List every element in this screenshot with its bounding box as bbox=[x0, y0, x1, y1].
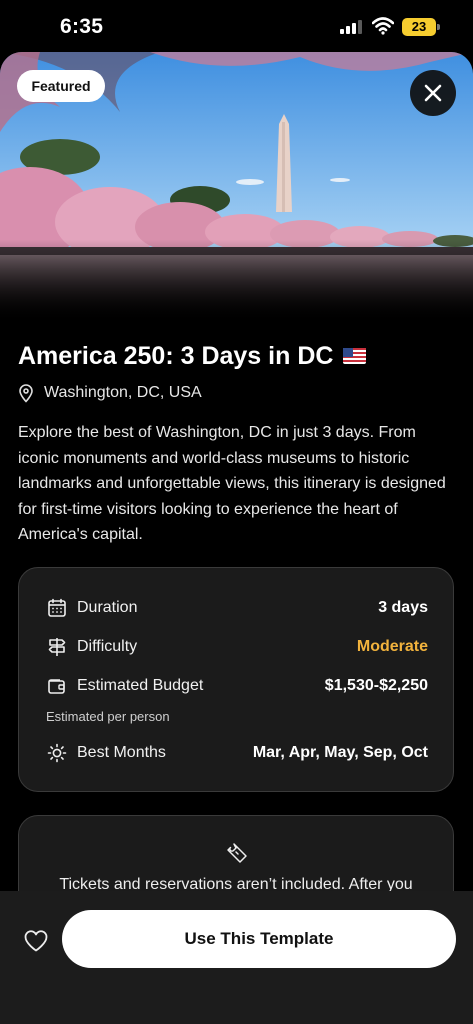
duration-label: Duration bbox=[77, 599, 138, 616]
map-pin-icon bbox=[19, 383, 33, 403]
wifi-icon bbox=[372, 17, 394, 35]
location-row: Washington, DC, USA bbox=[18, 380, 202, 406]
title-row: America 250: 3 Days in DC bbox=[18, 338, 458, 374]
favorite-button[interactable] bbox=[22, 927, 50, 955]
budget-value: $1,530-$2,250 bbox=[324, 677, 428, 694]
difficulty-label: Difficulty bbox=[77, 638, 138, 655]
best-months-label: Best Months bbox=[77, 744, 166, 761]
signpost-icon bbox=[46, 636, 68, 658]
heart-icon bbox=[24, 930, 48, 952]
status-time: 6:35 bbox=[60, 15, 104, 38]
battery-tip bbox=[437, 24, 440, 30]
page-title: America 250: 3 Days in DC bbox=[18, 341, 334, 370]
ticket-icon bbox=[227, 843, 247, 863]
bottom-action-bar: Use This Template bbox=[0, 891, 473, 1024]
best-months-row: Best Months Mar, Apr, May, Sep, Oct bbox=[46, 741, 428, 765]
itinerary-description: Explore the best of Washington, DC in ju… bbox=[18, 424, 446, 543]
sun-icon bbox=[46, 742, 68, 764]
best-months-value: Mar, Apr, May, Sep, Oct bbox=[252, 744, 428, 761]
difficulty-value: Moderate bbox=[356, 638, 428, 655]
budget-row: Estimated Budget $1,530-$2,250 bbox=[46, 674, 428, 698]
details-card: Duration 3 days Difficulty Moderate Esti… bbox=[18, 567, 454, 792]
location-text: Washington, DC, USA bbox=[44, 384, 202, 401]
us-flag-icon bbox=[343, 348, 367, 364]
difficulty-row: Difficulty Moderate bbox=[46, 635, 428, 659]
duration-row: Duration 3 days bbox=[46, 596, 428, 620]
status-bar: 6:35 23 bbox=[0, 0, 473, 52]
duration-value: 3 days bbox=[378, 599, 428, 616]
wallet-icon bbox=[46, 675, 68, 697]
calendar-icon bbox=[46, 597, 68, 619]
use-template-button[interactable]: Use This Template bbox=[62, 910, 456, 968]
budget-label: Estimated Budget bbox=[77, 677, 204, 694]
close-icon bbox=[424, 84, 442, 102]
signal-icon bbox=[340, 20, 362, 34]
featured-badge: Featured bbox=[17, 70, 105, 102]
close-button[interactable] bbox=[410, 70, 456, 116]
budget-note: Estimated per person bbox=[46, 709, 170, 724]
battery-indicator: 23 bbox=[402, 18, 436, 36]
